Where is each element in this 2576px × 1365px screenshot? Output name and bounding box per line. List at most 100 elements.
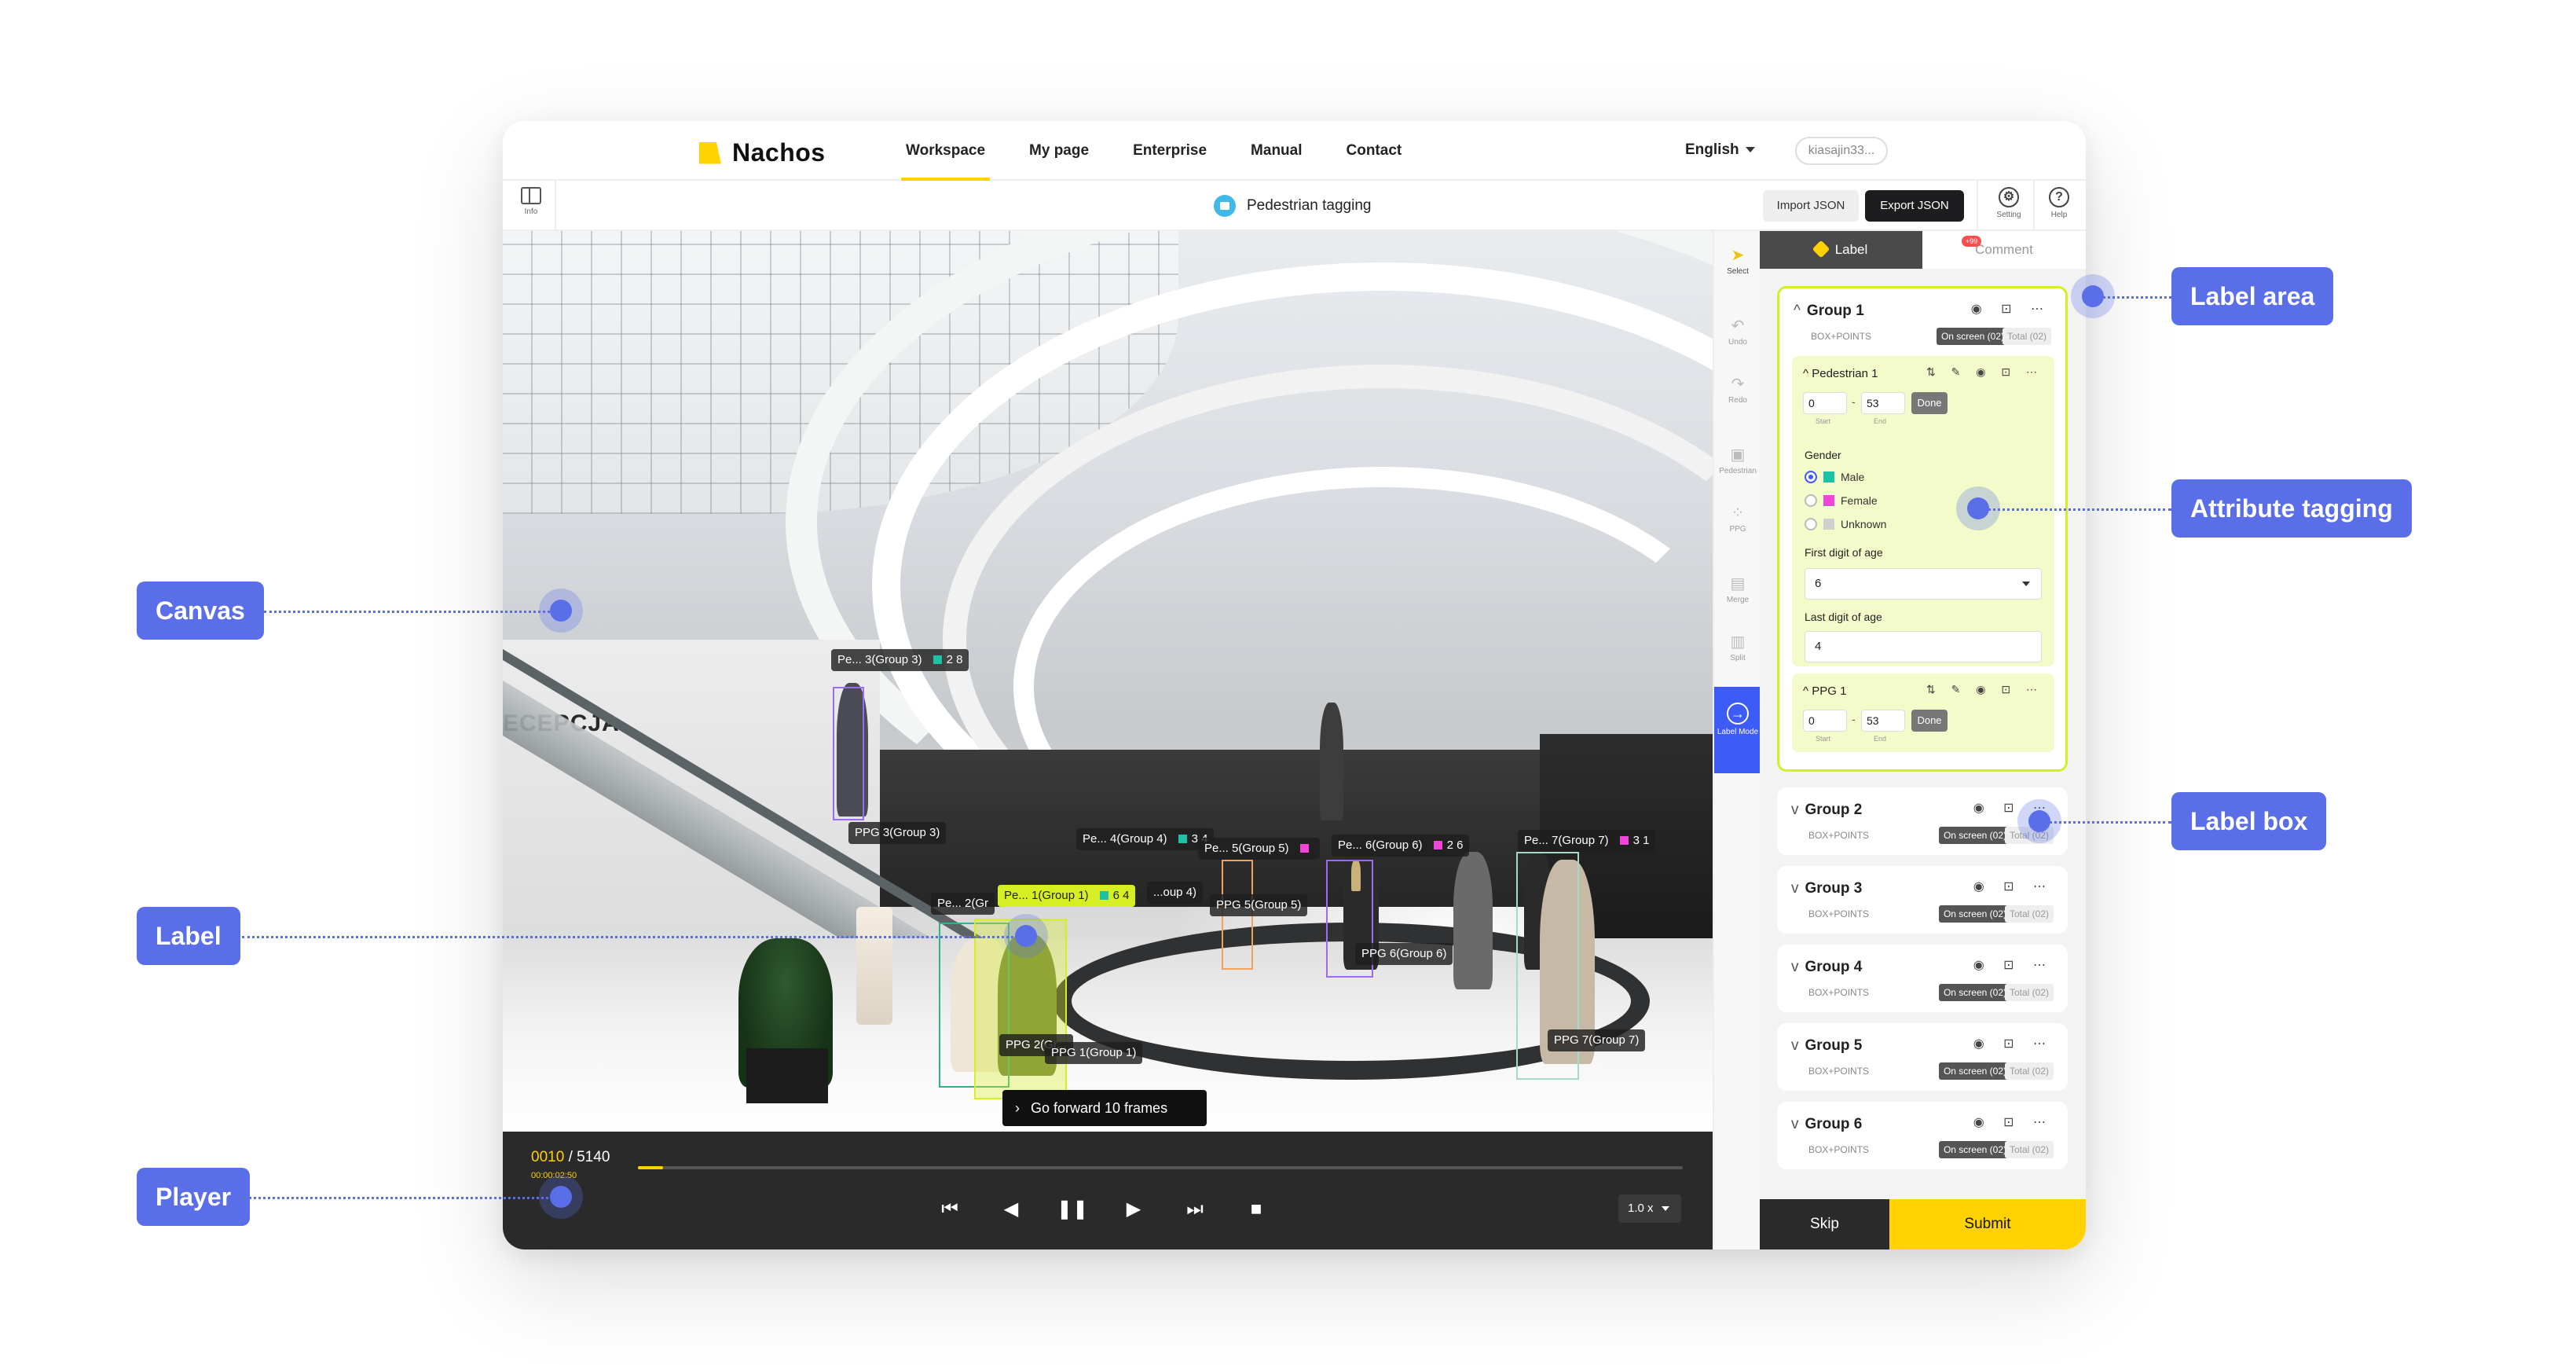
total-frames: / 5140 [568,1149,610,1165]
label-group[interactable]: ^ Group 1 ◉ ⊡ ⋯ BOX+POINTS On screen (02)… [1777,286,2068,772]
group-title[interactable]: v Group 2 [1791,802,1862,819]
start-frame-input[interactable]: 0 [1803,710,1847,732]
object-actions[interactable]: ⇅ ✎ ◉ ⊡ ⋯ [1926,683,2043,696]
nav-enterprise[interactable]: Enterprise [1111,121,1229,181]
label-group[interactable]: v Group 2 ◉ ⊡ ⋯ BOX+POINTS On screen (02)… [1777,787,2068,855]
group-title[interactable]: ^ Group 1 [1794,303,1864,320]
label-group[interactable]: v Group 6 ◉ ⊡ ⋯ BOX+POINTS On screen (02)… [1777,1102,2068,1169]
step-forward-icon[interactable]: ▶ [1117,1193,1150,1226]
tool-pedestrian[interactable]: ▣ Pedestrian [1714,446,1761,475]
group-actions[interactable]: ◉ ⊡ ⋯ [1973,1114,2054,1130]
tool-merge[interactable]: ▤ Merge [1714,575,1761,604]
group-actions[interactable]: ◉ ⊡ ⋯ [1973,879,2054,894]
tool-ppg[interactable]: ⁘ PPG [1714,505,1761,534]
playback-controls: ⏮ ◀ ❚❚ ▶ ⏭ ■ [933,1193,1273,1226]
object-label[interactable]: PPG 1(Group 1) [1045,1042,1143,1064]
chevron-right-icon: › [1015,1100,1020,1116]
nav-my-page[interactable]: My page [1007,121,1111,181]
video-canvas[interactable]: ECEPCJA [503,231,1713,1132]
gender-option-female[interactable]: Female [1805,494,1878,507]
group-type: BOX+POINTS [1811,331,1872,342]
object-label[interactable]: PPG 5(Group 5) [1210,894,1308,916]
top-navigation: Nachos Workspace My page Enterprise Manu… [503,121,2086,181]
object-name[interactable]: ^ Pedestrian 1 [1803,367,1878,380]
tool-undo[interactable]: ↶ Undo [1714,317,1761,347]
object-card[interactable]: ^ Pedestrian 1 ⇅ ✎ ◉ ⊡ ⋯ 0 - 53 Done Sta… [1792,356,2054,666]
tool-label-mode[interactable]: → Label Mode [1714,687,1761,773]
setting-button[interactable]: ⚙ Setting [1986,187,2032,219]
chevron-up-icon: ^ [1803,367,1812,380]
object-label-selected[interactable]: Pe... 1(Group 1) 6 4 [998,885,1136,907]
bounding-box[interactable] [833,687,864,820]
label-group[interactable]: v Group 3 ◉ ⊡ ⋯ BOX+POINTS On screen (02)… [1777,866,2068,934]
object-label[interactable]: Pe... 4(Group 4)3 4 [1076,828,1215,850]
tool-split[interactable]: ▥ Split [1714,633,1761,662]
comment-badge: +99 [1962,236,1982,247]
object-label[interactable]: Pe... 3(Group 3) 2 8 [831,649,969,671]
group-title[interactable]: v Group 5 [1791,1037,1862,1055]
end-frame-input[interactable]: 53 [1861,392,1905,414]
back-10-frames-icon[interactable]: ⏮ [933,1193,966,1226]
object-label[interactable]: Pe... 6(Group 6) 2 6 [1332,835,1470,857]
object-label[interactable]: PPG 3(Group 3) [848,822,947,844]
tab-label[interactable]: Label [1760,231,1922,269]
submit-button[interactable]: Submit [1889,1199,2086,1249]
gender-option-unknown[interactable]: Unknown [1805,518,1886,530]
done-button[interactable]: Done [1911,392,1948,414]
group-actions[interactable]: ◉ ⊡ ⋯ [1971,301,2051,317]
start-frame-input[interactable]: 0 [1803,392,1847,414]
tab-comment[interactable]: +99 Comment [1922,231,2086,269]
tool-label: Undo [1728,338,1747,347]
on-screen-count: On screen (02) [1938,827,2011,844]
pause-icon[interactable]: ❚❚ [1056,1193,1089,1226]
user-account[interactable]: kiasajin33... [1795,137,1888,165]
object-label[interactable]: PPG 6(Group 6) [1355,943,1453,965]
label-group[interactable]: v Group 4 ◉ ⊡ ⋯ BOX+POINTS On screen (02)… [1777,945,2068,1012]
panel-tabs: Label +99 Comment [1760,231,2086,269]
stop-icon[interactable]: ■ [1240,1193,1273,1226]
group-actions[interactable]: ◉ ⊡ ⋯ [1973,957,2054,973]
object-label[interactable]: Pe... 5(Group 5) [1198,838,1320,860]
nav-workspace[interactable]: Workspace [884,121,1007,181]
age-last-input[interactable]: 4 [1805,631,2042,662]
export-json-button[interactable]: Export JSON [1865,190,1964,222]
import-json-button[interactable]: Import JSON [1763,190,1859,222]
label-group[interactable]: v Group 5 ◉ ⊡ ⋯ BOX+POINTS On screen (02)… [1777,1023,2068,1091]
callout-label-area: Label area [2171,267,2334,325]
timeline-scrubber[interactable] [638,1166,1683,1169]
group-actions[interactable]: ◉ ⊡ ⋯ [1973,1036,2054,1051]
nav-contact[interactable]: Contact [1325,121,1424,181]
language-select[interactable]: English [1685,141,1755,159]
object-label[interactable]: PPG 7(Group 7) [1548,1029,1646,1051]
skip-button[interactable]: Skip [1760,1199,1889,1249]
help-button[interactable]: ? Help [2036,187,2082,219]
info-button[interactable]: Info [511,187,551,216]
object-label[interactable]: ...oup 4) [1147,882,1204,904]
pedestrian-figure [1453,852,1493,989]
group-title[interactable]: v Group 6 [1791,1116,1862,1133]
brand-logo[interactable]: Nachos [699,138,826,167]
done-button[interactable]: Done [1911,710,1948,732]
object-name[interactable]: ^ PPG 1 [1803,684,1846,698]
playback-speed-select[interactable]: 1.0 x [1618,1194,1681,1223]
forward-10-frames-icon[interactable]: ⏭ [1178,1193,1211,1226]
object-label[interactable]: Pe... 2(Gr [931,893,995,915]
chevron-down-icon: v [1791,1037,1799,1054]
object-card[interactable]: ^ PPG 1 ⇅ ✎ ◉ ⊡ ⋯ 0 - 53 Done Start End [1792,673,2054,752]
object-label[interactable]: Pe... 7(Group 7) 3 1 [1518,830,1656,852]
group-title[interactable]: v Group 3 [1791,880,1862,897]
tool-redo[interactable]: ↷ Redo [1714,376,1761,405]
step-back-icon[interactable]: ◀ [995,1193,1028,1226]
tab-label-text: Label [1834,242,1868,257]
box-icon: ▣ [1730,446,1746,464]
tool-select[interactable]: ➤ Select [1714,247,1761,276]
group-title[interactable]: v Group 4 [1791,959,1862,976]
gender-option-male[interactable]: Male [1805,471,1864,483]
callout-attribute-tagging: Attribute tagging [2171,479,2412,538]
age-first-select[interactable]: 6 [1805,568,2042,600]
timecode: 00:00:02:50 [531,1171,577,1180]
end-frame-input[interactable]: 53 [1861,710,1905,732]
nav-manual[interactable]: Manual [1229,121,1324,181]
callout-line [264,611,559,613]
object-actions[interactable]: ⇅ ✎ ◉ ⊡ ⋯ [1926,365,2043,379]
